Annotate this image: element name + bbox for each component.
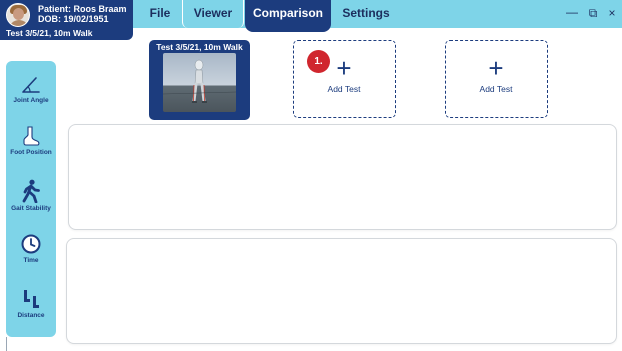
sidebar-item-foot-position[interactable]: Foot Position — [6, 125, 56, 156]
current-test-label: Test 3/5/21, 10m Walk — [6, 28, 93, 38]
sidebar-item-joint-angle[interactable]: Joint Angle — [6, 75, 56, 104]
sidebar-item-label: Joint Angle — [13, 97, 49, 104]
metrics-sidebar: Joint Angle Foot Position Gait Stability… — [6, 61, 56, 337]
sidebar-item-label: Distance — [17, 312, 45, 319]
sidebar-item-label: Foot Position — [10, 149, 52, 156]
add-test-label: Add Test — [327, 84, 361, 94]
footprints-icon — [24, 290, 39, 308]
patient-info-panel[interactable]: Patient: Roos Braam DOB: 19/02/1951 Test… — [0, 0, 133, 40]
test-card-title: Test 3/5/21, 10m Walk — [156, 42, 243, 52]
tab-settings[interactable]: Settings — [332, 0, 400, 28]
patient-dob: DOB: 19/02/1951 — [38, 14, 109, 24]
add-test-label: Add Test — [479, 84, 513, 94]
restore-button[interactable]: ⧉ — [585, 5, 601, 21]
add-test-slot[interactable]: + Add Test — [445, 40, 548, 118]
tab-comparison[interactable]: Comparison — [245, 0, 331, 32]
patient-name: Patient: Roos Braam — [38, 4, 127, 14]
comparison-panel-bottom — [66, 238, 617, 344]
joint-angle-icon — [22, 77, 40, 93]
divider — [6, 337, 7, 351]
sidebar-item-distance[interactable]: Distance — [6, 286, 56, 319]
minimize-button[interactable]: — — [564, 4, 580, 20]
step-badge: 1. — [307, 50, 330, 73]
foot-icon — [23, 126, 40, 146]
selected-test-card[interactable]: Test 3/5/21, 10m Walk — [149, 40, 250, 120]
plus-icon: + — [488, 53, 504, 83]
patient-avatar — [6, 3, 30, 27]
tab-viewer[interactable]: Viewer — [182, 0, 244, 28]
comparison-panel-top — [68, 124, 617, 230]
clock-icon — [21, 234, 41, 254]
walking-person-icon — [22, 179, 40, 203]
sidebar-item-time[interactable]: Time — [6, 233, 56, 264]
tab-file[interactable]: File — [138, 0, 182, 28]
sidebar-item-gait-stability[interactable]: Gait Stability — [6, 179, 56, 212]
test-preview-thumbnail — [163, 53, 236, 112]
add-test-slot[interactable]: + Add Test — [293, 40, 396, 118]
sidebar-item-label: Time — [23, 257, 39, 264]
close-button[interactable]: × — [604, 5, 620, 21]
sidebar-item-label: Gait Stability — [11, 205, 51, 212]
